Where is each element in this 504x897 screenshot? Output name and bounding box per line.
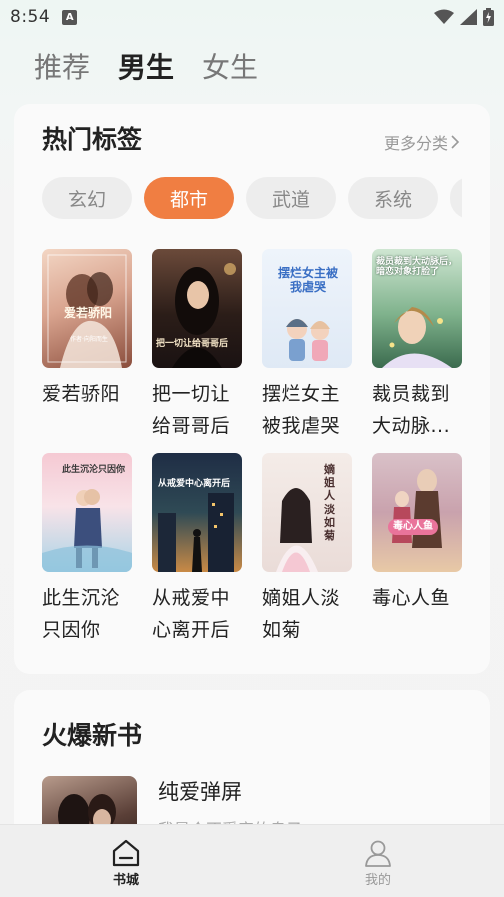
book-title: 裁员裁到 大动脉... (372, 378, 472, 442)
book-title: 从戒爱中 心离开后 (152, 582, 252, 646)
signal-icon (460, 9, 477, 25)
book-cover: 从戒爱中心离开后 (152, 453, 242, 572)
book-cover: 爱若骄阳 作者·向阳而生 (42, 249, 132, 368)
book-title-line1: 从戒爱中 (152, 587, 231, 609)
book-title: 毒心人鱼 (372, 582, 472, 614)
book-item[interactable]: 裁员裁到大动脉后，暗恋对象打脸了 裁员裁到 大动脉... (372, 249, 464, 442)
new-book-title[interactable]: 纯爱弹屏 (158, 776, 242, 806)
more-categories-label: 更多分类 (383, 134, 448, 153)
more-categories-link[interactable]: 更多分类 (384, 130, 460, 154)
book-title: 爱若骄阳 (42, 378, 142, 410)
book-cover: 嫡姐人淡如菊 (262, 453, 352, 572)
battery-icon (483, 8, 494, 26)
wifi-icon (434, 9, 454, 24)
book-title-line1: 毒心人鱼 (372, 587, 451, 609)
book-item[interactable]: 从戒爱中心离开后 从戒爱中 心离开后 (152, 453, 244, 646)
cover-art (276, 488, 318, 572)
cover-author-text: 作者·向阳而生 (70, 336, 108, 343)
category-pill-wudao[interactable]: 武道 (246, 177, 336, 219)
book-title-line1: 嫡姐人淡 (262, 587, 341, 609)
notification-icon: A (62, 9, 78, 25)
book-cover: 把一切让给哥哥后 (152, 249, 242, 368)
category-pill-more[interactable] (450, 177, 462, 219)
cover-title-text: 从戒爱中心离开后 (158, 479, 231, 489)
book-cover: 摆烂女主被我虐哭 (262, 249, 352, 368)
tab-recommend[interactable]: 推荐 (34, 48, 90, 88)
cover-title-text: 爱若骄阳 (64, 306, 113, 320)
hot-tags-title: 热门标签 (42, 125, 143, 154)
book-item[interactable]: 爱若骄阳 作者·向阳而生 爱若骄阳 (42, 249, 134, 410)
book-cover: 此生沉沦只因你 (42, 453, 132, 572)
book-title-line1: 裁员裁到 (372, 383, 451, 405)
status-icons (434, 8, 494, 26)
book-item[interactable]: 把一切让给哥哥后 把一切让 给哥哥后 (152, 249, 244, 442)
new-books-title: 火爆新书 (42, 721, 143, 750)
book-title-line2: 心离开后 (152, 619, 231, 641)
tab-female[interactable]: 女生 (202, 48, 258, 88)
cover-art (392, 469, 442, 548)
book-title: 把一切让 给哥哥后 (152, 378, 252, 442)
book-title-line2: 大动脉... (372, 415, 451, 437)
cover-title-text: 嫡姐人淡如菊 (324, 463, 335, 542)
nav-mine-label: 我的 (364, 873, 391, 888)
category-pill-xitong[interactable]: 系统 (348, 177, 438, 219)
book-item[interactable]: 此生沉沦只因你 此生沉沦 只因你 (42, 453, 134, 646)
category-pills: 玄幻 都市 武道 系统 (42, 177, 462, 221)
nav-bookstore[interactable]: 书城 (0, 825, 252, 897)
cover-title-text: 裁员裁到大动脉后，暗恋对象打脸了 (376, 257, 458, 278)
cover-art (172, 263, 236, 368)
cover-art (158, 493, 234, 572)
book-title-line2: 只因你 (42, 619, 101, 641)
book-item[interactable]: 摆烂女主被我虐哭 摆烂女主 被我虐哭 (262, 249, 354, 442)
book-title-line1: 此生沉沦 (42, 587, 121, 609)
cover-title-text: 摆烂女主被我虐哭 (277, 266, 338, 294)
chevron-right-icon (451, 135, 460, 149)
book-cover: 裁员裁到大动脉后，暗恋对象打脸了 (372, 249, 462, 368)
nav-mine[interactable]: 我的 (252, 825, 504, 897)
book-item[interactable]: 毒心人鱼 毒心人鱼 (372, 453, 464, 614)
user-icon (365, 840, 391, 867)
cover-title-text: 把一切让给哥哥后 (156, 339, 229, 349)
book-cover: 毒心人鱼 (372, 453, 462, 572)
book-title: 此生沉沦 只因你 (42, 582, 142, 646)
status-bar: 8:54 A (0, 0, 504, 34)
tab-male[interactable]: 男生 (118, 48, 174, 88)
bottom-nav: 书城 我的 (0, 824, 504, 897)
cover-title-text: 此生沉沦只因你 (62, 465, 126, 475)
book-title-line2: 如菊 (262, 619, 302, 641)
book-title-line2: 被我虐哭 (262, 415, 341, 437)
book-title-line1: 摆烂女主 (262, 383, 341, 405)
book-title: 摆烂女主 被我虐哭 (262, 378, 362, 442)
app-screen: 8:54 A 推荐 男生 女生 热门标签 更多分类 玄幻 都市 武道 系统 爱若… (0, 0, 504, 897)
book-title-line1: 爱若骄阳 (42, 383, 121, 405)
category-pill-xuanhuan[interactable]: 玄幻 (42, 177, 132, 219)
hot-tags-card: 热门标签 更多分类 玄幻 都市 武道 系统 爱若骄阳 作者·向阳而生 爱若骄阳 … (14, 104, 490, 674)
top-tabs: 推荐 男生 女生 (34, 48, 258, 88)
book-item[interactable]: 嫡姐人淡如菊 嫡姐人淡 如菊 (262, 453, 354, 646)
category-pill-dushi[interactable]: 都市 (144, 177, 234, 219)
book-title-line2: 给哥哥后 (152, 415, 231, 437)
book-title: 嫡姐人淡 如菊 (262, 582, 362, 646)
home-icon (112, 839, 140, 867)
book-title-line1: 把一切让 (152, 383, 231, 405)
status-time: 8:54 (10, 7, 51, 27)
cover-title-text: 毒心人鱼 (388, 519, 438, 535)
nav-bookstore-label: 书城 (112, 873, 139, 888)
